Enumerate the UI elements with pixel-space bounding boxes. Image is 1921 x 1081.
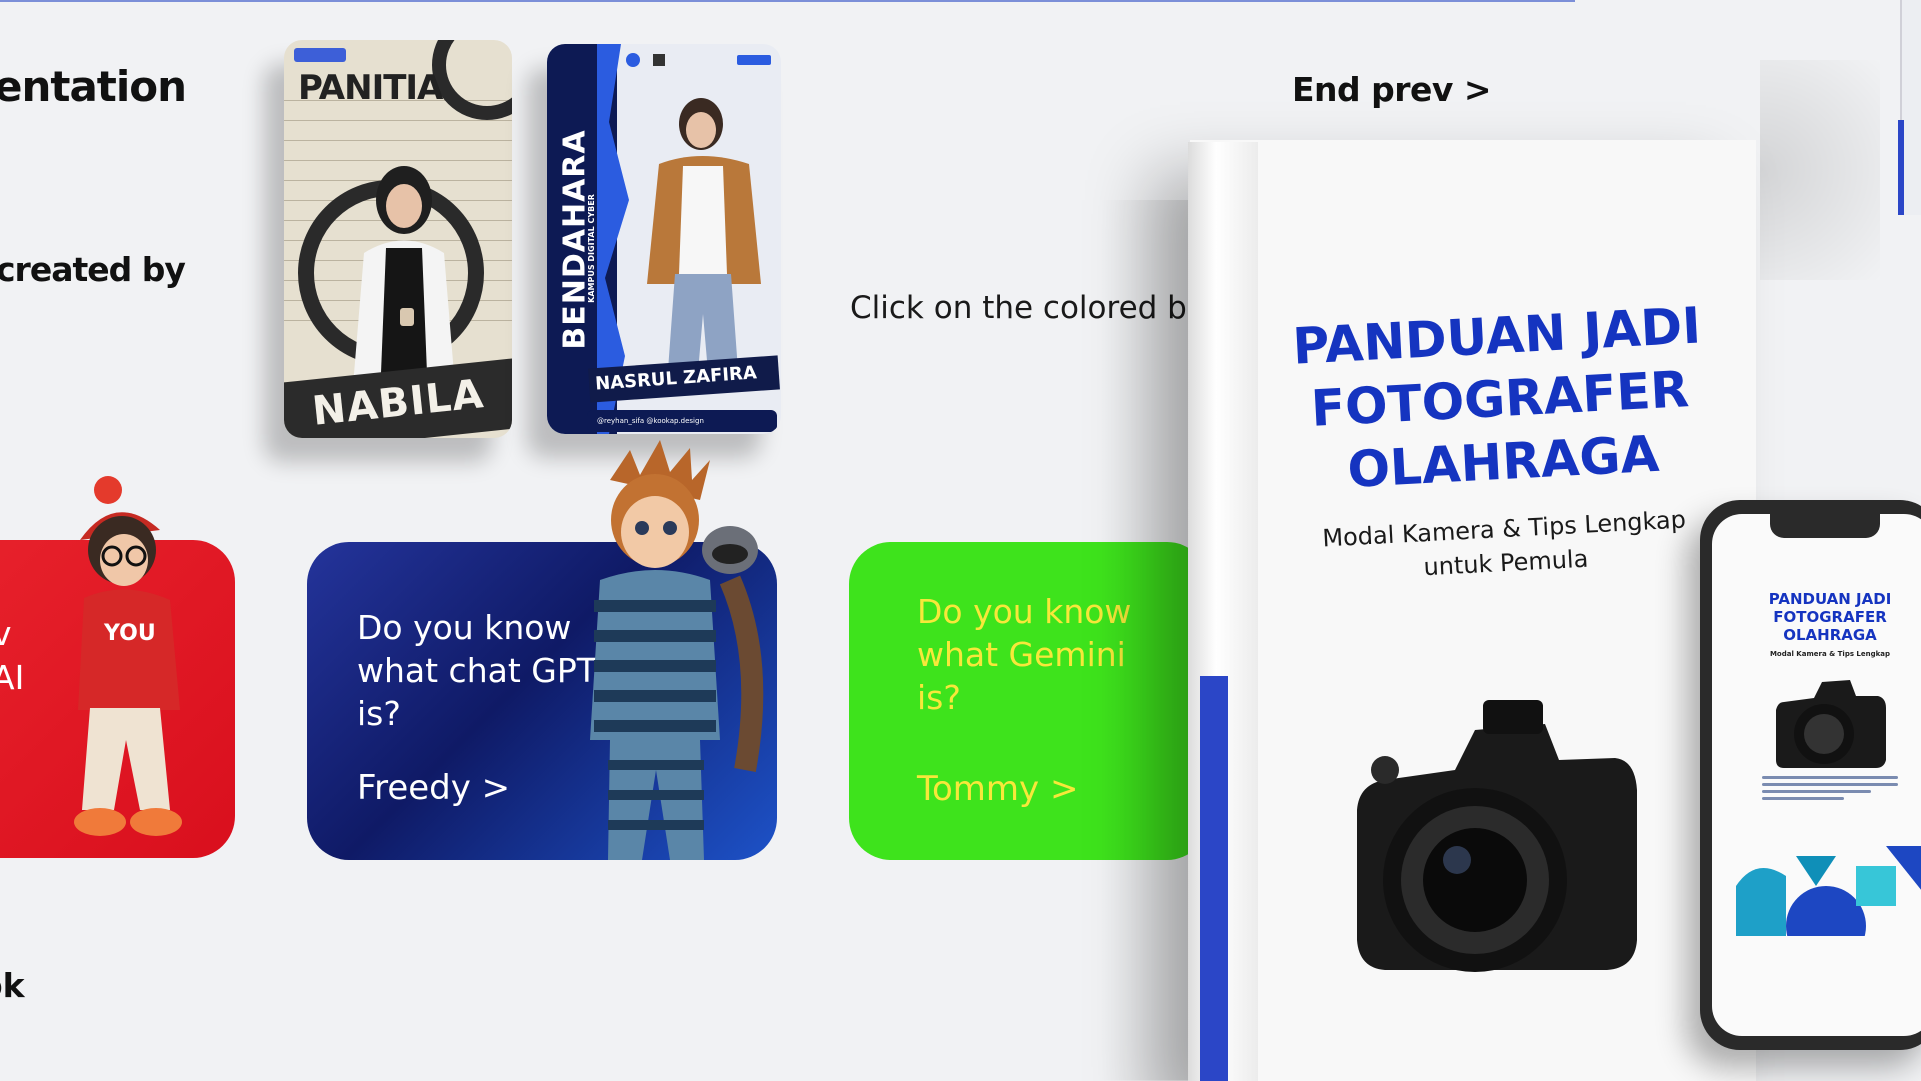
poster-bendahara[interactable]: BENDAHARA KAMPUS DIGITAL CYBER NASRUL ZA… <box>547 44 781 434</box>
top-divider <box>0 0 1575 2</box>
phone-notch <box>1770 514 1880 538</box>
character-girl-illustration: YOU <box>74 476 182 836</box>
campus-logo-icon <box>294 48 346 62</box>
phone-ebook-title: PANDUAN JADI FOTOGRAFER OLAHRAGA <box>1768 590 1892 644</box>
card-blue-question: Do you know what chat GPT is? <box>357 608 597 733</box>
decorative-shapes <box>1736 846 1921 936</box>
poster-subtitle: KAMPUS DIGITAL CYBER <box>586 194 596 303</box>
phone-text-lines <box>1762 772 1898 804</box>
svg-text:YOU: YOU <box>103 621 156 646</box>
phone-ebook-subtitle: Modal Kamera & Tips Lengkap <box>1769 650 1891 658</box>
next-slide-accent <box>1898 120 1904 215</box>
end-prev-link[interactable]: End prev > <box>1292 70 1492 109</box>
person-photo <box>352 166 456 398</box>
campus-logos-icon <box>626 53 771 67</box>
phone-camera-icon <box>1776 680 1886 768</box>
decor-arc <box>432 40 512 120</box>
poster-title: PANITIA <box>298 68 443 108</box>
ebook-title: PANDUAN JADI FOTOGRAFER OLAHRAGA <box>1291 296 1703 500</box>
section-heading-created-by: created by <box>0 250 186 289</box>
person-photo <box>647 98 761 384</box>
card-green-name-link[interactable]: Tommy > <box>917 768 1078 811</box>
camera-icon <box>1357 700 1637 972</box>
right-thumb-shadow <box>1760 60 1880 280</box>
poster-footer: @reyhan_sifa @kookap.design <box>587 410 777 432</box>
poster-panitia[interactable]: PANITIA NABILA <box>284 40 512 438</box>
card-red-question: v AI <box>0 614 22 697</box>
card-blue-name-link[interactable]: Freedy > <box>357 767 510 810</box>
section-heading-presentation: entation <box>0 62 187 111</box>
section-heading-ebook: ok <box>0 966 25 1005</box>
character-boy-with-raccoon-illustration <box>590 440 764 860</box>
ebook-spine-accent <box>1200 676 1228 1081</box>
